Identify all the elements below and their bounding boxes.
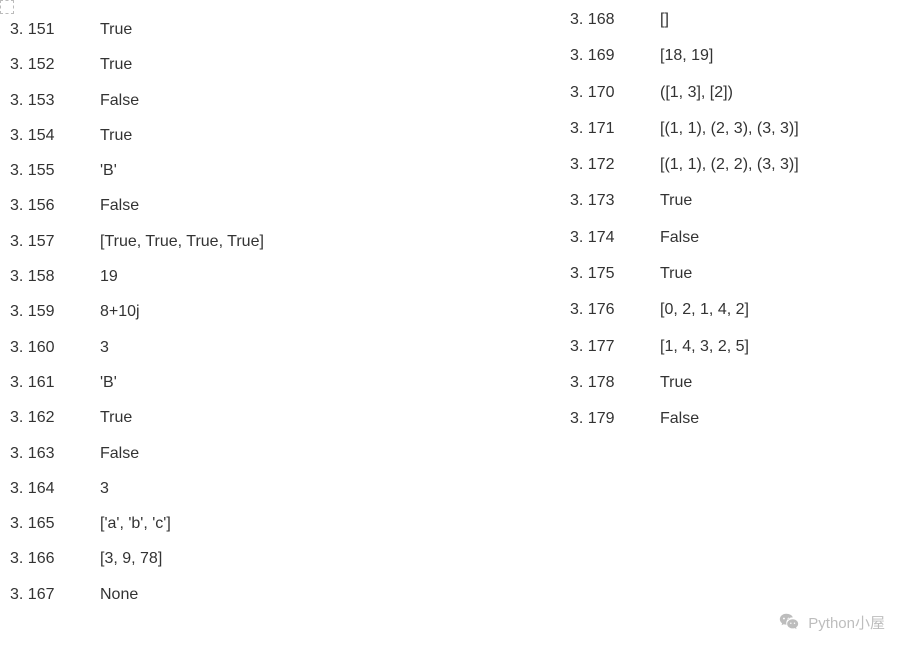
- answer-value: [(1, 1), (2, 2), (3, 3)]: [660, 155, 799, 176]
- answer-row: 3. 174False: [570, 228, 910, 249]
- answer-row: 3. 1603: [10, 338, 570, 359]
- answer-number: 3. 159: [10, 302, 100, 323]
- answer-number: 3. 160: [10, 338, 100, 359]
- answer-row: 3. 156False: [10, 196, 570, 217]
- answer-number: 3. 169: [570, 46, 660, 67]
- answer-number: 3. 156: [10, 196, 100, 217]
- answer-value: True: [660, 264, 692, 285]
- answer-number: 3. 168: [570, 10, 660, 31]
- answer-value: ['a', 'b', 'c']: [100, 514, 171, 535]
- answer-row: 3. 15819: [10, 267, 570, 288]
- answer-row: 3. 177[1, 4, 3, 2, 5]: [570, 337, 910, 358]
- answer-row: 3. 178True: [570, 373, 910, 394]
- answer-number: 3. 170: [570, 83, 660, 104]
- answer-row: 3. 170([1, 3], [2]): [570, 83, 910, 104]
- answer-row: 3. 166[3, 9, 78]: [10, 549, 570, 570]
- answer-value: True: [100, 55, 132, 76]
- answer-row: 3. 167None: [10, 585, 570, 606]
- answer-value: [1, 4, 3, 2, 5]: [660, 337, 749, 358]
- answer-value: True: [660, 373, 692, 394]
- answer-row: 3. 163False: [10, 444, 570, 465]
- answer-row: 3. 1598+10j: [10, 302, 570, 323]
- answer-number: 3. 157: [10, 232, 100, 253]
- answer-value: [True, True, True, True]: [100, 232, 264, 253]
- answer-value: True: [660, 191, 692, 212]
- answer-value: []: [660, 10, 669, 31]
- answer-value: True: [100, 20, 132, 41]
- answer-value: False: [660, 228, 699, 249]
- answer-number: 3. 166: [10, 549, 100, 570]
- answer-row: 3. 169[18, 19]: [570, 46, 910, 67]
- answer-number: 3. 172: [570, 155, 660, 176]
- left-column: 3. 151True 3. 152True 3. 153False 3. 154…: [10, 10, 570, 620]
- answer-row: 3. 1643: [10, 479, 570, 500]
- answer-value: True: [100, 126, 132, 147]
- answer-value: [18, 19]: [660, 46, 713, 67]
- answer-value: 'B': [100, 161, 117, 182]
- answer-number: 3. 161: [10, 373, 100, 394]
- answer-row: 3. 154True: [10, 126, 570, 147]
- answer-value: [3, 9, 78]: [100, 549, 162, 570]
- answer-number: 3. 176: [570, 300, 660, 321]
- answer-row: 3. 173True: [570, 191, 910, 212]
- answer-row: 3. 168[]: [570, 10, 910, 31]
- selection-corner-mark: [0, 0, 14, 14]
- answer-row: 3. 175True: [570, 264, 910, 285]
- answer-value: 8+10j: [100, 302, 140, 323]
- answer-value: [0, 2, 1, 4, 2]: [660, 300, 749, 321]
- answer-row: 3. 157[True, True, True, True]: [10, 232, 570, 253]
- answer-row: 3. 179False: [570, 409, 910, 430]
- answer-number: 3. 179: [570, 409, 660, 430]
- answer-row: 3. 151True: [10, 20, 570, 41]
- answer-row: 3. 153False: [10, 91, 570, 112]
- answer-row: 3. 176[0, 2, 1, 4, 2]: [570, 300, 910, 321]
- answer-value: False: [100, 444, 139, 465]
- answer-row: 3. 161'B': [10, 373, 570, 394]
- answer-number: 3. 163: [10, 444, 100, 465]
- answer-number: 3. 171: [570, 119, 660, 140]
- answer-number: 3. 175: [570, 264, 660, 285]
- content-columns: 3. 151True 3. 152True 3. 153False 3. 154…: [0, 0, 913, 620]
- answer-number: 3. 177: [570, 337, 660, 358]
- answer-value: 'B': [100, 373, 117, 394]
- answer-value: False: [100, 196, 139, 217]
- answer-number: 3. 165: [10, 514, 100, 535]
- right-column: 3. 168[] 3. 169[18, 19] 3. 170([1, 3], […: [570, 10, 910, 620]
- answer-row: 3. 171[(1, 1), (2, 3), (3, 3)]: [570, 119, 910, 140]
- answer-value: False: [660, 409, 699, 430]
- answer-value: ([1, 3], [2]): [660, 83, 733, 104]
- answer-number: 3. 173: [570, 191, 660, 212]
- answer-number: 3. 155: [10, 161, 100, 182]
- answer-number: 3. 151: [10, 20, 100, 41]
- answer-number: 3. 152: [10, 55, 100, 76]
- answer-number: 3. 178: [570, 373, 660, 394]
- answer-value: True: [100, 408, 132, 429]
- answer-value: 3: [100, 479, 109, 500]
- answer-number: 3. 164: [10, 479, 100, 500]
- answer-number: 3. 154: [10, 126, 100, 147]
- answer-number: 3. 167: [10, 585, 100, 606]
- answer-row: 3. 155'B': [10, 161, 570, 182]
- wechat-icon: [778, 611, 800, 633]
- watermark-text: Python小屋: [808, 612, 885, 633]
- answer-value: 19: [100, 267, 118, 288]
- answer-value: [(1, 1), (2, 3), (3, 3)]: [660, 119, 799, 140]
- answer-number: 3. 158: [10, 267, 100, 288]
- answer-number: 3. 162: [10, 408, 100, 429]
- watermark: Python小屋: [778, 611, 885, 633]
- answer-value: 3: [100, 338, 109, 359]
- answer-row: 3. 172[(1, 1), (2, 2), (3, 3)]: [570, 155, 910, 176]
- answer-value: None: [100, 585, 138, 606]
- answer-number: 3. 153: [10, 91, 100, 112]
- answer-row: 3. 162True: [10, 408, 570, 429]
- answer-value: False: [100, 91, 139, 112]
- answer-number: 3. 174: [570, 228, 660, 249]
- answer-row: 3. 152True: [10, 55, 570, 76]
- answer-row: 3. 165['a', 'b', 'c']: [10, 514, 570, 535]
